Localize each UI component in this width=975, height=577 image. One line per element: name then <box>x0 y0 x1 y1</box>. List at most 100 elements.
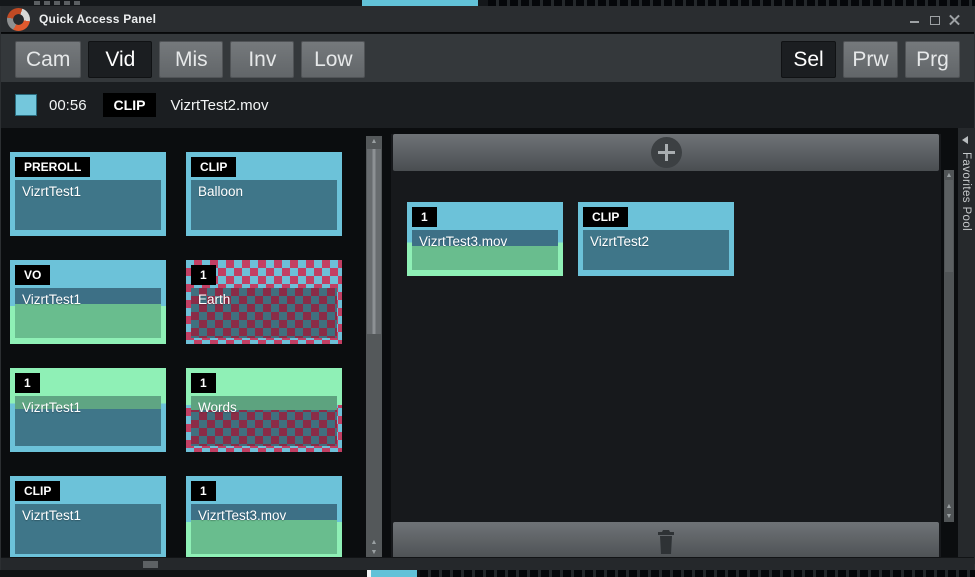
tile-body: VizrtTest1 <box>15 180 161 230</box>
scroll-up-icon[interactable]: ▲ <box>944 171 954 180</box>
tile-badge: 1 <box>191 373 216 393</box>
clip-tile[interactable]: CLIP Balloon <box>186 152 342 236</box>
tile-name: VizrtTest2 <box>583 230 729 249</box>
horizontal-scrollbar[interactable] <box>1 557 974 570</box>
tile-body: Words <box>191 396 337 446</box>
tile-badge: 1 <box>191 265 216 285</box>
main-content: PREROLLVizrtTest1CLIPBalloonVOVizrtTest1… <box>1 128 974 564</box>
tile-name: VizrtTest1 <box>15 288 161 307</box>
source-tabs: CamVidMisInvLow <box>15 41 365 78</box>
minimize-button[interactable] <box>909 14 920 25</box>
maximize-button[interactable] <box>929 14 940 25</box>
tile-name: VizrtTest1 <box>15 504 161 523</box>
tab-low[interactable]: Low <box>301 41 365 78</box>
app-logo-icon <box>7 8 30 31</box>
window-controls <box>909 14 960 25</box>
scroll-up-icon[interactable]: ▲ <box>366 137 382 146</box>
clip-filename: VizrtTest2.mov <box>170 97 268 114</box>
delete-favorite-button[interactable] <box>653 528 679 556</box>
tile-name: Words <box>191 396 337 415</box>
output-tabs: SelPrwPrg <box>781 41 960 78</box>
favorites-pool-panel: 1 VizrtTest3.mov CLIP VizrtTest2 <box>391 134 941 562</box>
tile-name: VizrtTest3.mov <box>191 504 337 523</box>
tile-body: VizrtTest3.mov <box>191 504 337 554</box>
scroll-up-icon[interactable]: ▲ <box>944 502 954 511</box>
tile-name: Balloon <box>191 180 337 199</box>
tile-badge: 1 <box>15 373 40 393</box>
tab-inv[interactable]: Inv <box>230 41 294 78</box>
clip-tile[interactable]: 1 VizrtTest1 <box>10 368 166 452</box>
tab-mis[interactable]: Mis <box>159 41 223 78</box>
scroll-down-icon[interactable]: ▼ <box>366 548 382 557</box>
tile-header: CLIP <box>15 481 161 504</box>
tile-name: Earth <box>191 288 337 307</box>
horizontal-scrollbar-thumb[interactable] <box>143 561 158 568</box>
background-window-strip-bottom <box>0 570 975 577</box>
tile-body: Balloon <box>191 180 337 230</box>
trash-icon <box>655 529 677 555</box>
current-clip-bar: 00:56 CLIP VizrtTest2.mov <box>1 82 974 128</box>
background-cyan-bar <box>367 570 417 577</box>
scroll-up-icon[interactable]: ▲ <box>366 538 382 547</box>
tile-header: 1 <box>412 207 558 230</box>
clip-tile[interactable]: PREROLLVizrtTest1 <box>10 152 166 236</box>
clip-tile[interactable]: VO VizrtTest1 <box>10 260 166 344</box>
scroll-down-icon[interactable]: ▼ <box>944 512 954 521</box>
quick-access-panel-window: Quick Access Panel CamVidMisInvLow SelPr… <box>0 6 975 570</box>
tile-badge: CLIP <box>15 481 60 501</box>
favorites-bottom-toolbar <box>393 522 939 562</box>
tile-body: VizrtTest1 <box>15 396 161 446</box>
tile-header: PREROLL <box>15 157 161 180</box>
window-title: Quick Access Panel <box>39 12 156 26</box>
tile-badge: CLIP <box>191 157 236 177</box>
clip-tile[interactable]: CLIP VizrtTest2 <box>578 202 734 276</box>
clip-tile[interactable]: 1 Words <box>186 368 342 452</box>
tile-badge: VO <box>15 265 50 285</box>
tab-bar: CamVidMisInvLow SelPrwPrg <box>1 34 974 82</box>
tile-name: VizrtTest1 <box>15 396 161 415</box>
favorites-top-toolbar <box>393 134 939 171</box>
favorites-tiles: 1 VizrtTest3.mov CLIP VizrtTest2 <box>407 202 734 276</box>
clip-color-swatch <box>15 94 37 116</box>
tile-header: CLIP <box>583 207 729 230</box>
tile-body: VizrtTest3.mov <box>412 230 558 270</box>
favorites-pool-side-tab[interactable]: Favorites Pool <box>958 128 975 564</box>
favorites-scrollbar-thumb[interactable] <box>945 180 953 272</box>
tile-body: Earth <box>191 288 337 338</box>
tile-header: VO <box>15 265 161 288</box>
titlebar[interactable]: Quick Access Panel <box>1 6 974 33</box>
clip-pool-grid: PREROLLVizrtTest1CLIPBalloonVOVizrtTest1… <box>10 152 350 560</box>
pool-scrollbar[interactable]: ▲ ▲ ▼ <box>366 136 382 558</box>
clip-tile[interactable]: 1VizrtTest3.mov <box>186 476 342 560</box>
clip-type-badge: CLIP <box>103 93 157 117</box>
tile-header: CLIP <box>191 157 337 180</box>
tile-body: VizrtTest1 <box>15 504 161 554</box>
tile-header: 1 <box>191 265 337 288</box>
clip-duration: 00:56 <box>49 97 87 114</box>
tab-sel[interactable]: Sel <box>781 41 836 78</box>
clip-tile[interactable]: 1 VizrtTest3.mov <box>407 202 563 276</box>
tab-prg[interactable]: Prg <box>905 41 960 78</box>
side-tab-label: Favorites Pool <box>960 152 972 231</box>
tile-name: VizrtTest1 <box>15 180 161 199</box>
tile-body: VizrtTest2 <box>583 230 729 270</box>
favorites-scrollbar[interactable]: ▲ ▲ ▼ <box>944 170 954 522</box>
tab-prw[interactable]: Prw <box>843 41 898 78</box>
tile-body: VizrtTest1 <box>15 288 161 338</box>
background-buttons <box>34 1 84 5</box>
collapse-arrow-icon <box>962 136 968 144</box>
tile-name: VizrtTest3.mov <box>412 230 558 249</box>
screen: Quick Access Panel CamVidMisInvLow SelPr… <box>0 0 975 577</box>
tile-header: 1 <box>191 373 337 396</box>
close-button[interactable] <box>949 14 960 25</box>
tile-header: 1 <box>15 373 161 396</box>
tab-vid[interactable]: Vid <box>88 41 152 78</box>
tile-badge: CLIP <box>583 207 628 227</box>
tab-cam[interactable]: Cam <box>15 41 81 78</box>
clip-tile[interactable]: CLIP VizrtTest1 <box>10 476 166 560</box>
add-favorite-button[interactable] <box>651 137 682 168</box>
pool-scrollbar-thumb[interactable] <box>367 149 381 334</box>
background-tick-pattern <box>420 570 975 577</box>
tile-badge: 1 <box>412 207 437 227</box>
clip-tile[interactable]: 1 Earth <box>186 260 342 344</box>
